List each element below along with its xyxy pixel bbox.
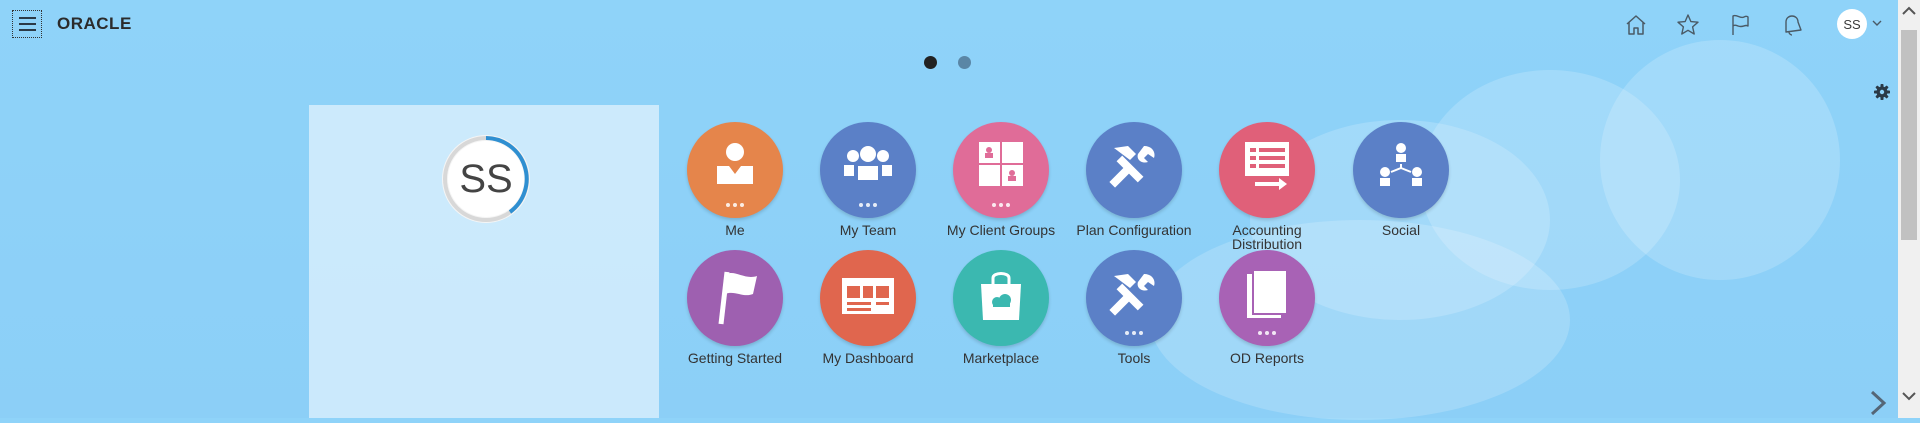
scroll-down-arrow-icon[interactable]	[1898, 385, 1920, 407]
app-tile-marketplace[interactable]: Marketplace	[934, 250, 1068, 365]
profile-avatar[interactable]: SS	[440, 133, 532, 225]
person-icon[interactable]	[687, 122, 783, 218]
flag-icon[interactable]	[687, 250, 783, 346]
tools-icon[interactable]	[1086, 122, 1182, 218]
app-tile-my-dashboard[interactable]: My Dashboard	[801, 250, 935, 365]
client-groups-icon[interactable]	[953, 122, 1049, 218]
app-tile-label: Social	[1381, 222, 1421, 238]
app-tile-label: My Client Groups	[946, 222, 1056, 238]
app-tile-me[interactable]: Me	[668, 122, 802, 237]
scrollbar-thumb[interactable]	[1901, 30, 1917, 240]
gear-icon[interactable]	[1872, 82, 1892, 102]
team-icon[interactable]	[820, 122, 916, 218]
tools-icon[interactable]	[1086, 250, 1182, 346]
oracle-logo: ORACLE	[57, 14, 132, 33]
notifications-bell-icon[interactable]	[1777, 10, 1807, 40]
accounting-icon[interactable]	[1219, 122, 1315, 218]
page-indicator-dot-1[interactable]	[924, 56, 937, 69]
app-tile-label: Getting Started	[687, 350, 783, 366]
vertical-scrollbar[interactable]	[1898, 0, 1920, 418]
shopping-bag-icon[interactable]	[953, 250, 1049, 346]
app-tile-label: My Dashboard	[822, 350, 914, 366]
app-tile-my-client-groups[interactable]: My Client Groups	[934, 122, 1068, 237]
app-tile-social[interactable]: Social	[1334, 122, 1468, 237]
app-tile-accounting-distribution[interactable]: Accounting Distribution	[1200, 122, 1334, 251]
app-tile-label: Accounting Distribution	[1231, 222, 1303, 252]
app-tile-plan-configuration[interactable]: Plan Configuration	[1067, 122, 1201, 237]
navigator-menu-button[interactable]	[12, 10, 42, 38]
hamburger-line	[18, 17, 36, 19]
home-icon[interactable]	[1621, 10, 1651, 40]
hamburger-line	[18, 23, 36, 25]
app-tile-getting-started[interactable]: Getting Started	[668, 250, 802, 365]
app-tile-od-reports[interactable]: OD Reports	[1200, 250, 1334, 365]
app-tile-label: Marketplace	[962, 350, 1040, 366]
scroll-up-arrow-icon[interactable]	[1898, 0, 1920, 22]
app-tile-label: My Team	[839, 222, 897, 238]
chevron-down-icon[interactable]	[1870, 16, 1884, 30]
profile-initials: SS	[459, 156, 513, 201]
next-page-arrow-icon[interactable]	[1866, 388, 1890, 418]
reports-icon[interactable]	[1219, 250, 1315, 346]
watchlist-flag-icon[interactable]	[1725, 10, 1755, 40]
dashboard-icon[interactable]	[820, 250, 916, 346]
page-indicator-dot-2[interactable]	[958, 56, 971, 69]
app-tile-my-team[interactable]: My Team	[801, 122, 935, 237]
app-tile-tools[interactable]: Tools	[1067, 250, 1201, 365]
background-cloud	[1600, 40, 1840, 280]
social-icon[interactable]	[1353, 122, 1449, 218]
app-tile-label: Tools	[1117, 350, 1151, 366]
user-avatar-button[interactable]: SS	[1837, 9, 1867, 39]
favorites-star-icon[interactable]	[1673, 10, 1703, 40]
app-tile-label: OD Reports	[1230, 350, 1304, 366]
app-tile-label: Me	[725, 222, 745, 238]
global-header: ORACLE SS	[0, 0, 1898, 50]
hamburger-line	[18, 29, 36, 31]
app-tile-label: Plan Configuration	[1076, 222, 1192, 238]
